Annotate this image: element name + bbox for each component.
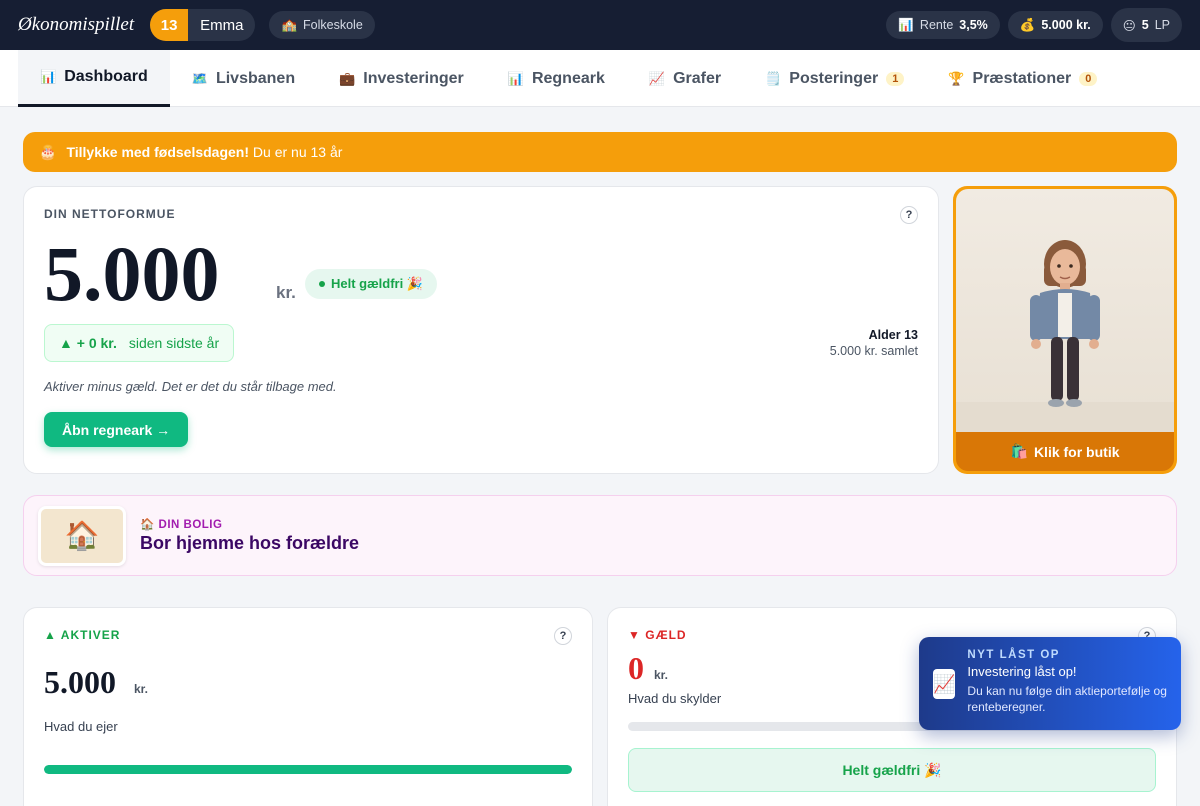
networth-card: DIN NETTOFORMUE ? 5.000 kr. Helt gældfri… (23, 186, 939, 474)
bar-chart-icon: 📊 (898, 17, 914, 32)
debt-value: 0 (628, 650, 644, 686)
tab-dashboard[interactable]: 📊 Dashboard (18, 50, 170, 107)
money-bag-icon: 💰 (1019, 17, 1036, 32)
rate-label: Rente (919, 18, 954, 32)
yearly-change: ▲ + 0 kr. siden sidste år (44, 324, 235, 362)
tab-label: Grafer (673, 69, 722, 87)
shopping-bag-icon: 🛍️ (1010, 443, 1028, 459)
birthday-banner: 🎂 Tillykke med fødselsdagen! Du er nu 13… (23, 132, 1177, 172)
avatar-card[interactable]: 🛍️ Klik for butik (953, 186, 1177, 474)
debt-description: Hvad du skylder (628, 691, 722, 706)
tab-posteringer[interactable]: 🗒️ Posteringer 1 (743, 50, 926, 107)
networth-label: DIN NETTOFORMUE (44, 207, 176, 221)
map-icon: 🗺️ (191, 70, 208, 86)
rate-value: 3,5% (959, 18, 988, 32)
balance-value: 5.000 kr. (1041, 18, 1091, 32)
school-icon: 🏫 (281, 17, 298, 32)
tab-label: Posteringer (789, 69, 879, 87)
school-label: Folkeskole (303, 18, 363, 32)
housing-card[interactable]: 🏠 🏠 DIN BOLIG Bor hjemme hos forældre (23, 495, 1177, 576)
toast-kicker: NYT LÅST OP (967, 649, 1060, 661)
bar-chart-icon: 📊 (40, 69, 57, 84)
tab-grafer[interactable]: 📈 Grafer (627, 50, 743, 107)
count-badge: 0 (1079, 71, 1098, 86)
line-chart-icon: 📈 (648, 70, 666, 86)
tab-label: Investeringer (363, 69, 464, 87)
assets-unit: kr. (134, 682, 149, 696)
open-spreadsheet-button[interactable]: Åbn regneark → (44, 412, 189, 447)
change-value: + 0 kr. (76, 335, 117, 351)
birthday-text: Du er nu 13 år (252, 144, 343, 160)
tab-investeringer[interactable]: 💼 Investeringer (317, 50, 486, 107)
housing-value: Bor hjemme hos forældre (140, 533, 360, 553)
lp-badge[interactable]: 😐 5 LP (1110, 8, 1182, 42)
shop-button-label: Klik for butik (1033, 443, 1120, 460)
tab-livsbanen[interactable]: 🗺️ Livsbanen (170, 50, 317, 107)
age-indicator: 13 (150, 9, 189, 41)
assets-value: 5.000 (44, 664, 116, 700)
shop-button[interactable]: 🛍️ Klik for butik (956, 432, 1174, 471)
age-summary: Alder 13 5.000 kr. samlet (830, 327, 918, 359)
assets-card: ▲ AKTIVER ? 5.000 kr. Hvad du ejer (23, 607, 593, 806)
toast-body: Du kan nu følge din aktieportefølje og r… (967, 684, 1167, 714)
debt-free-label: Helt gældfri 🎉 (331, 276, 424, 291)
arrow-up-icon: ▲ (44, 628, 57, 642)
house-icon: 🏠 (38, 505, 126, 566)
total-label: 5.000 kr. samlet (829, 344, 918, 358)
cake-icon: 🎂 (39, 143, 57, 160)
tab-regneark[interactable]: 📊 Regneark (486, 50, 627, 107)
networth-explanation: Aktiver minus gæld. Det er det du står t… (44, 379, 337, 394)
assets-progress-bar (44, 765, 572, 774)
unlock-notification[interactable]: 📈 NYT LÅST OP Investering låst op! Du ka… (919, 637, 1181, 730)
avatar-image (956, 189, 1174, 432)
status-dot-icon (319, 281, 325, 287)
tab-label: Regneark (531, 69, 605, 87)
age-label: Alder 13 (868, 328, 918, 342)
line-chart-icon: 📈 (933, 669, 956, 699)
birthday-heading: Tillykke med fødselsdagen! (66, 144, 250, 160)
house-small-icon: 🏠 (140, 519, 155, 531)
tab-label: Dashboard (64, 68, 148, 85)
tab-label: Præstationer (972, 69, 1072, 87)
help-icon[interactable]: ? (554, 627, 572, 645)
debt-free-status: Helt gældfri 🎉 (628, 748, 1156, 792)
school-badge: 🏫 Folkeskole (269, 11, 375, 39)
assets-title: ▲ AKTIVER (44, 628, 121, 642)
assets-description: Hvad du ejer (44, 719, 118, 734)
trophy-icon: 🏆 (948, 70, 965, 86)
face-icon: 😐 (1122, 18, 1136, 33)
lp-label: LP (1154, 18, 1170, 32)
arrow-up-icon: ▲ (59, 335, 73, 351)
interest-rate-badge: 📊 Rente 3,5% (886, 11, 1000, 39)
spreadsheet-icon: 📊 (507, 70, 524, 86)
networth-value: 5.000 (44, 230, 220, 317)
player-name: Emma (200, 16, 244, 34)
assets-progress-fill (44, 765, 572, 774)
app-title: Økonomispillet (18, 14, 135, 35)
main-tabs: 📊 Dashboard 🗺️ Livsbanen 💼 Investeringer… (0, 50, 1200, 107)
count-badge: 1 (886, 71, 905, 86)
debt-free-pill: Helt gældfri 🎉 (305, 269, 438, 299)
ledger-icon: 🗒️ (765, 70, 782, 86)
tab-label: Livsbanen (215, 69, 296, 87)
change-label: siden sidste år (128, 335, 220, 351)
arrow-down-icon: ▼ (628, 628, 641, 642)
tab-praestationer[interactable]: 🏆 Præstationer 0 (926, 50, 1119, 107)
top-bar: Økonomispillet 13 Emma 🏫 Folkeskole 📊 Re… (0, 0, 1200, 50)
briefcase-icon: 💼 (339, 70, 356, 86)
networth-unit: kr. (276, 283, 296, 302)
housing-label: 🏠 DIN BOLIG (140, 519, 223, 531)
toast-title: Investering låst op! (967, 664, 1077, 679)
balance-badge: 💰 5.000 kr. (1007, 11, 1103, 39)
character-figure (1030, 240, 1100, 407)
help-icon[interactable]: ? (900, 206, 918, 224)
debt-unit: kr. (654, 668, 669, 682)
player-badge[interactable]: 13 Emma (150, 9, 256, 41)
lp-value: 5 (1141, 18, 1149, 32)
